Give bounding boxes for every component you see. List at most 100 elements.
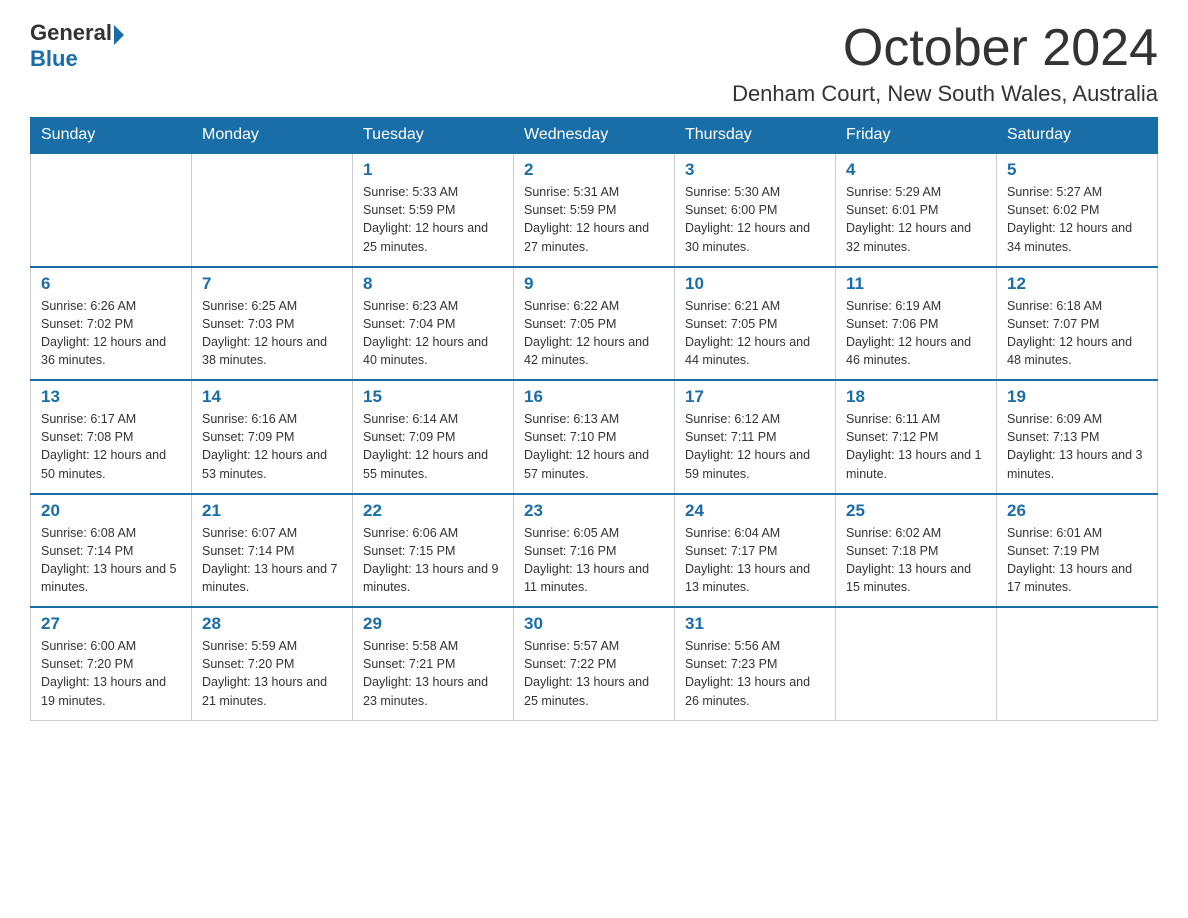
day-number: 15 bbox=[363, 387, 503, 407]
day-info: Sunrise: 6:23 AM Sunset: 7:04 PM Dayligh… bbox=[363, 297, 503, 370]
day-info: Sunrise: 5:33 AM Sunset: 5:59 PM Dayligh… bbox=[363, 183, 503, 256]
calendar-cell: 12 Sunrise: 6:18 AM Sunset: 7:07 PM Dayli… bbox=[997, 267, 1158, 381]
day-info: Sunrise: 6:22 AM Sunset: 7:05 PM Dayligh… bbox=[524, 297, 664, 370]
day-info: Sunrise: 6:01 AM Sunset: 7:19 PM Dayligh… bbox=[1007, 524, 1147, 597]
day-info: Sunrise: 6:02 AM Sunset: 7:18 PM Dayligh… bbox=[846, 524, 986, 597]
day-info: Sunrise: 6:12 AM Sunset: 7:11 PM Dayligh… bbox=[685, 410, 825, 483]
day-info: Sunrise: 6:25 AM Sunset: 7:03 PM Dayligh… bbox=[202, 297, 342, 370]
day-number: 13 bbox=[41, 387, 181, 407]
day-number: 31 bbox=[685, 614, 825, 634]
calendar-header-thursday: Thursday bbox=[675, 118, 836, 154]
day-number: 28 bbox=[202, 614, 342, 634]
day-info: Sunrise: 6:21 AM Sunset: 7:05 PM Dayligh… bbox=[685, 297, 825, 370]
location-title: Denham Court, New South Wales, Australia bbox=[732, 81, 1158, 107]
day-info: Sunrise: 6:16 AM Sunset: 7:09 PM Dayligh… bbox=[202, 410, 342, 483]
calendar-cell: 3 Sunrise: 5:30 AM Sunset: 6:00 PM Daylig… bbox=[675, 153, 836, 267]
day-info: Sunrise: 6:00 AM Sunset: 7:20 PM Dayligh… bbox=[41, 637, 181, 710]
logo-general-text: General bbox=[30, 20, 112, 46]
day-number: 6 bbox=[41, 274, 181, 294]
day-number: 3 bbox=[685, 160, 825, 180]
day-info: Sunrise: 6:07 AM Sunset: 7:14 PM Dayligh… bbox=[202, 524, 342, 597]
day-info: Sunrise: 6:08 AM Sunset: 7:14 PM Dayligh… bbox=[41, 524, 181, 597]
day-info: Sunrise: 6:14 AM Sunset: 7:09 PM Dayligh… bbox=[363, 410, 503, 483]
calendar-cell: 31 Sunrise: 5:56 AM Sunset: 7:23 PM Dayli… bbox=[675, 607, 836, 720]
day-number: 17 bbox=[685, 387, 825, 407]
day-number: 29 bbox=[363, 614, 503, 634]
calendar-week-row: 13 Sunrise: 6:17 AM Sunset: 7:08 PM Dayli… bbox=[31, 380, 1158, 494]
calendar-cell: 13 Sunrise: 6:17 AM Sunset: 7:08 PM Dayli… bbox=[31, 380, 192, 494]
calendar-week-row: 1 Sunrise: 5:33 AM Sunset: 5:59 PM Daylig… bbox=[31, 153, 1158, 267]
calendar-cell: 6 Sunrise: 6:26 AM Sunset: 7:02 PM Daylig… bbox=[31, 267, 192, 381]
calendar-cell: 15 Sunrise: 6:14 AM Sunset: 7:09 PM Dayli… bbox=[353, 380, 514, 494]
day-info: Sunrise: 6:26 AM Sunset: 7:02 PM Dayligh… bbox=[41, 297, 181, 370]
calendar-header-sunday: Sunday bbox=[31, 118, 192, 154]
calendar-cell: 28 Sunrise: 5:59 AM Sunset: 7:20 PM Dayli… bbox=[192, 607, 353, 720]
day-info: Sunrise: 6:09 AM Sunset: 7:13 PM Dayligh… bbox=[1007, 410, 1147, 483]
day-number: 18 bbox=[846, 387, 986, 407]
day-number: 8 bbox=[363, 274, 503, 294]
day-info: Sunrise: 5:59 AM Sunset: 7:20 PM Dayligh… bbox=[202, 637, 342, 710]
day-number: 9 bbox=[524, 274, 664, 294]
day-number: 4 bbox=[846, 160, 986, 180]
day-number: 26 bbox=[1007, 501, 1147, 521]
day-info: Sunrise: 6:13 AM Sunset: 7:10 PM Dayligh… bbox=[524, 410, 664, 483]
day-number: 14 bbox=[202, 387, 342, 407]
day-info: Sunrise: 5:56 AM Sunset: 7:23 PM Dayligh… bbox=[685, 637, 825, 710]
calendar-cell: 16 Sunrise: 6:13 AM Sunset: 7:10 PM Dayli… bbox=[514, 380, 675, 494]
calendar-cell bbox=[192, 153, 353, 267]
day-number: 19 bbox=[1007, 387, 1147, 407]
day-number: 20 bbox=[41, 501, 181, 521]
calendar-cell: 10 Sunrise: 6:21 AM Sunset: 7:05 PM Dayli… bbox=[675, 267, 836, 381]
calendar-cell: 24 Sunrise: 6:04 AM Sunset: 7:17 PM Dayli… bbox=[675, 494, 836, 608]
month-title: October 2024 bbox=[732, 20, 1158, 77]
calendar-cell: 22Sunrise: 6:06 AM Sunset: 7:15 PM Dayli… bbox=[353, 494, 514, 608]
calendar-header-row: SundayMondayTuesdayWednesdayThursdayFrid… bbox=[31, 118, 1158, 154]
day-number: 21 bbox=[202, 501, 342, 521]
day-info: Sunrise: 5:27 AM Sunset: 6:02 PM Dayligh… bbox=[1007, 183, 1147, 256]
day-info: Sunrise: 6:04 AM Sunset: 7:17 PM Dayligh… bbox=[685, 524, 825, 597]
calendar-header-tuesday: Tuesday bbox=[353, 118, 514, 154]
calendar-table: SundayMondayTuesdayWednesdayThursdayFrid… bbox=[30, 117, 1158, 721]
calendar-cell: 25Sunrise: 6:02 AM Sunset: 7:18 PM Dayli… bbox=[836, 494, 997, 608]
logo-blue-text: Blue bbox=[30, 46, 78, 71]
day-number: 24 bbox=[685, 501, 825, 521]
calendar-cell: 23Sunrise: 6:05 AM Sunset: 7:16 PM Dayli… bbox=[514, 494, 675, 608]
day-info: Sunrise: 6:11 AM Sunset: 7:12 PM Dayligh… bbox=[846, 410, 986, 483]
calendar-cell: 9 Sunrise: 6:22 AM Sunset: 7:05 PM Daylig… bbox=[514, 267, 675, 381]
day-info: Sunrise: 5:29 AM Sunset: 6:01 PM Dayligh… bbox=[846, 183, 986, 256]
day-info: Sunrise: 6:18 AM Sunset: 7:07 PM Dayligh… bbox=[1007, 297, 1147, 370]
calendar-cell: 7 Sunrise: 6:25 AM Sunset: 7:03 PM Daylig… bbox=[192, 267, 353, 381]
day-info: Sunrise: 5:30 AM Sunset: 6:00 PM Dayligh… bbox=[685, 183, 825, 256]
day-number: 12 bbox=[1007, 274, 1147, 294]
calendar-week-row: 6 Sunrise: 6:26 AM Sunset: 7:02 PM Daylig… bbox=[31, 267, 1158, 381]
day-info: Sunrise: 5:57 AM Sunset: 7:22 PM Dayligh… bbox=[524, 637, 664, 710]
calendar-header-friday: Friday bbox=[836, 118, 997, 154]
calendar-cell: 19 Sunrise: 6:09 AM Sunset: 7:13 PM Dayli… bbox=[997, 380, 1158, 494]
day-info: Sunrise: 6:17 AM Sunset: 7:08 PM Dayligh… bbox=[41, 410, 181, 483]
calendar-header-monday: Monday bbox=[192, 118, 353, 154]
title-area: October 2024 Denham Court, New South Wal… bbox=[732, 20, 1158, 107]
calendar-cell: 29Sunrise: 5:58 AM Sunset: 7:21 PM Dayli… bbox=[353, 607, 514, 720]
day-number: 30 bbox=[524, 614, 664, 634]
day-number: 10 bbox=[685, 274, 825, 294]
calendar-cell bbox=[836, 607, 997, 720]
calendar-cell: 11 Sunrise: 6:19 AM Sunset: 7:06 PM Dayli… bbox=[836, 267, 997, 381]
calendar-cell: 20 Sunrise: 6:08 AM Sunset: 7:14 PM Dayli… bbox=[31, 494, 192, 608]
day-info: Sunrise: 6:05 AM Sunset: 7:16 PM Dayligh… bbox=[524, 524, 664, 597]
day-number: 11 bbox=[846, 274, 986, 294]
day-info: Sunrise: 6:06 AM Sunset: 7:15 PM Dayligh… bbox=[363, 524, 503, 597]
day-number: 16 bbox=[524, 387, 664, 407]
calendar-cell: 26 Sunrise: 6:01 AM Sunset: 7:19 PM Dayli… bbox=[997, 494, 1158, 608]
calendar-cell: 1 Sunrise: 5:33 AM Sunset: 5:59 PM Daylig… bbox=[353, 153, 514, 267]
calendar-cell: 18 Sunrise: 6:11 AM Sunset: 7:12 PM Dayli… bbox=[836, 380, 997, 494]
day-number: 7 bbox=[202, 274, 342, 294]
day-number: 1 bbox=[363, 160, 503, 180]
day-info: Sunrise: 6:19 AM Sunset: 7:06 PM Dayligh… bbox=[846, 297, 986, 370]
calendar-header-wednesday: Wednesday bbox=[514, 118, 675, 154]
logo-arrow-icon bbox=[114, 25, 124, 45]
day-number: 27 bbox=[41, 614, 181, 634]
calendar-cell bbox=[997, 607, 1158, 720]
calendar-week-row: 20 Sunrise: 6:08 AM Sunset: 7:14 PM Dayli… bbox=[31, 494, 1158, 608]
calendar-cell: 27 Sunrise: 6:00 AM Sunset: 7:20 PM Dayli… bbox=[31, 607, 192, 720]
day-number: 2 bbox=[524, 160, 664, 180]
